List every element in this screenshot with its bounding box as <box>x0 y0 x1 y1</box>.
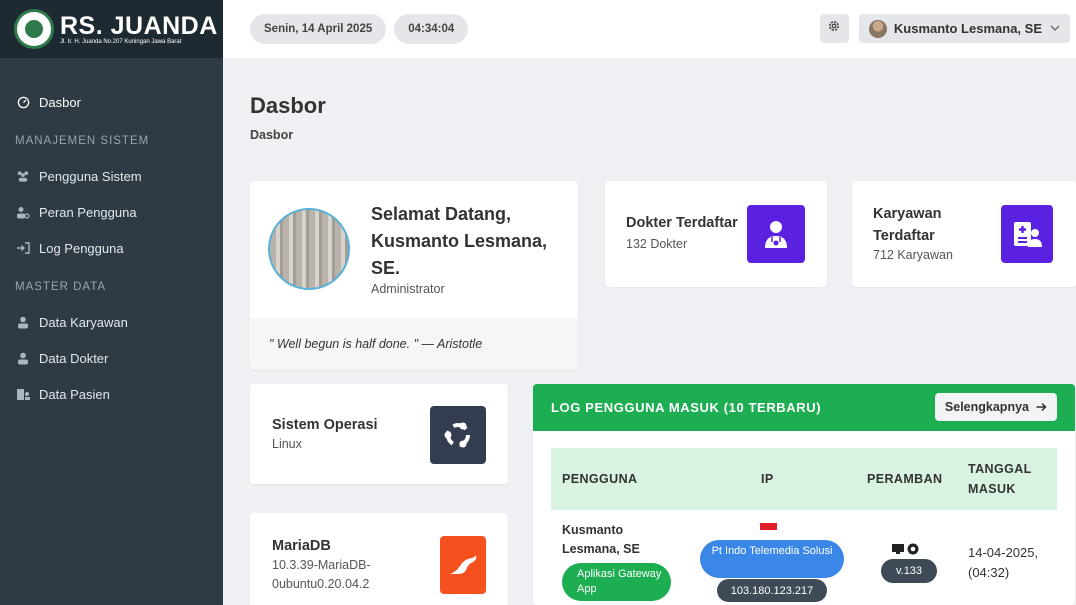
stat-value: 132 Dokter <box>626 237 688 251</box>
user-menu-button[interactable]: Kusmanto Lesmana, SE <box>858 14 1070 43</box>
sidebar-item-doctors[interactable]: Data Dokter <box>0 340 223 376</box>
stat-title: MariaDB <box>272 538 331 554</box>
sidebar-item-dashboard[interactable]: Dasbor <box>0 84 223 120</box>
ubuntu-icon <box>430 406 486 464</box>
brand[interactable]: RS. JUANDA Jl. Ir. H. Juanda No.207 Kuni… <box>0 0 223 58</box>
log-title: LOG PENGGUNA MASUK (10 TERBARU) <box>551 400 822 415</box>
column-header: PERAMBAN <box>867 472 943 486</box>
hospital-user-icon <box>16 387 30 401</box>
arrow-right-icon <box>1036 402 1047 412</box>
hospital-logo-icon <box>14 9 54 49</box>
login-log-card: LOG PENGGUNA MASUK (10 TERBARU) Selengka… <box>533 384 1075 605</box>
welcome-greeting: Selamat Datang, Kusmanto Lesmana, SE. <box>371 204 548 278</box>
browser-version-badge: v.133 <box>881 559 937 583</box>
login-date: 14-04-2025, (04:32) <box>968 545 1039 580</box>
database-card: MariaDB 10.3.39-MariaDB-0ubuntu0.20.04.2 <box>250 513 508 605</box>
topbar-right: Kusmanto Lesmana, SE <box>819 14 1070 43</box>
log-table: PENGGUNA IP PERAMBAN TANGGAL MASUK Kusma… <box>551 448 1057 605</box>
see-more-button[interactable]: Selengkapnya <box>934 393 1057 421</box>
sidebar-item-employees[interactable]: Data Karyawan <box>0 304 223 340</box>
time-display: 04:34:04 <box>394 14 469 44</box>
topbar: Senin, 14 April 2025 04:34:04 Kusmanto L… <box>223 0 1076 58</box>
ip-badge: 103.180.123.217 <box>717 579 827 602</box>
gear-icon <box>827 19 841 38</box>
settings-button[interactable] <box>819 14 849 43</box>
sign-in-icon <box>16 241 30 255</box>
table-header: PENGGUNA IP PERAMBAN TANGGAL MASUK <box>551 448 1057 510</box>
avatar <box>868 19 887 38</box>
sidebar-item-user-log[interactable]: Log Pengguna <box>0 230 223 266</box>
doctors-card: Dokter Terdaftar 132 Dokter <box>605 181 827 287</box>
log-user: Kusmanto Lesmana, SE <box>562 523 640 556</box>
column-header: TANGGAL MASUK <box>968 462 1032 496</box>
gauge-icon <box>16 95 30 109</box>
menu-section-system: MANAJEMEN SISTEM <box>15 135 150 147</box>
users-icon <box>16 169 30 183</box>
flag-icon <box>760 523 777 530</box>
sidebar-item-label: Peran Pengguna <box>39 204 137 220</box>
sidebar-item-label: Data Karyawan <box>39 314 128 330</box>
sidebar-item-label: Data Dokter <box>39 350 109 366</box>
sidebar-item-patients[interactable]: Data Pasien <box>0 376 223 412</box>
brand-name: RS. JUANDA <box>60 11 218 40</box>
user-doctor-icon <box>16 351 30 365</box>
stat-title: Sistem Operasi <box>272 417 378 433</box>
page-title: Dasbor <box>250 93 326 118</box>
log-header: LOG PENGGUNA MASUK (10 TERBARU) Selengka… <box>533 384 1075 431</box>
stat-title: Dokter Terdaftar <box>626 215 738 231</box>
doctor-icon <box>747 205 805 263</box>
profile-photo <box>268 208 350 290</box>
user-icon <box>16 315 30 329</box>
chevron-down-icon <box>1050 23 1060 34</box>
chrome-icon <box>907 543 919 555</box>
menu-section-master: MASTER DATA <box>15 281 107 293</box>
sidebar-item-system-users[interactable]: Pengguna Sistem <box>0 158 223 194</box>
column-header: IP <box>761 472 774 486</box>
welcome-card: Selamat Datang, Kusmanto Lesmana, SE. Ad… <box>250 181 578 370</box>
desktop-icon <box>891 543 905 555</box>
app-badge: Aplikasi Gateway App <box>562 563 671 601</box>
os-card: Sistem Operasi Linux <box>250 384 508 484</box>
employee-icon <box>1001 205 1053 263</box>
sidebar-item-user-roles[interactable]: Peran Pengguna <box>0 194 223 230</box>
mariadb-icon <box>440 536 486 594</box>
sidebar: RS. JUANDA Jl. Ir. H. Juanda No.207 Kuni… <box>0 0 223 605</box>
stat-title: Karyawan Terdaftar <box>873 206 942 244</box>
user-role-icon <box>16 205 30 219</box>
column-header: PENGGUNA <box>562 472 638 486</box>
user-name: Kusmanto Lesmana, SE <box>893 21 1042 36</box>
sidebar-item-label: Pengguna Sistem <box>39 168 142 184</box>
side-menu: Dasbor MANAJEMEN SISTEM Pengguna Sistem … <box>0 58 223 412</box>
date-display: Senin, 14 April 2025 <box>250 14 387 44</box>
isp-badge: Pt Indo Telemedia Solusi <box>700 540 844 578</box>
user-role: Administrator <box>371 282 445 296</box>
sidebar-item-label: Data Pasien <box>39 386 110 402</box>
stat-value: 10.3.39-MariaDB-0ubuntu0.20.04.2 <box>272 558 371 591</box>
employees-card: Karyawan Terdaftar 712 Karyawan <box>852 181 1076 287</box>
stat-value: 712 Karyawan <box>873 248 953 262</box>
table-row: Kusmanto Lesmana, SE Aplikasi Gateway Ap… <box>551 510 1057 605</box>
stat-value: Linux <box>272 437 302 451</box>
browser-icons <box>891 543 919 555</box>
quote: " Well begun is half done. " — Aristotle <box>250 318 578 370</box>
sidebar-item-label: Dasbor <box>39 94 81 110</box>
sidebar-item-label: Log Pengguna <box>39 240 124 256</box>
breadcrumb: Dasbor <box>250 128 294 142</box>
